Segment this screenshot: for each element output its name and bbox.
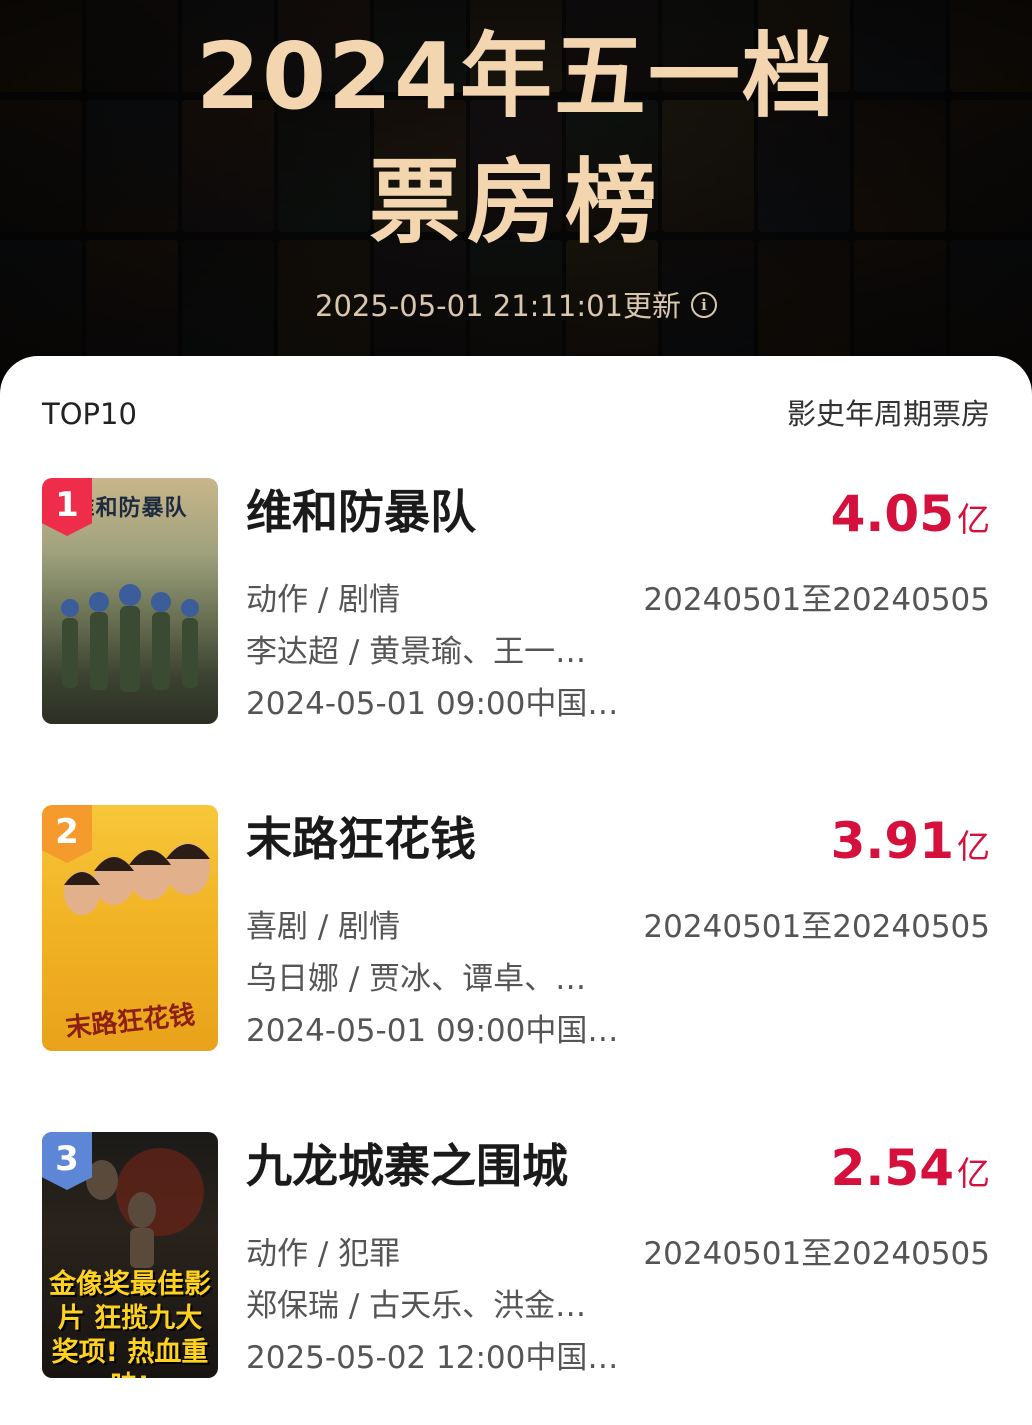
- box-office-type-label[interactable]: 影史年周期票房: [787, 392, 990, 436]
- box-office-unit: 亿: [957, 500, 990, 539]
- movie-title[interactable]: 末路狂花钱: [246, 809, 476, 869]
- box-office: 2.54亿: [831, 1138, 990, 1198]
- box-office-value: 2.54: [830, 1139, 954, 1197]
- box-office-period: 20240501至20240505: [643, 1236, 990, 1272]
- movie-poster[interactable]: 维和防暴队 1: [42, 478, 218, 724]
- poster-title-text: 金像奖最佳影片 狂揽九大奖项! 热血重映!: [49, 1269, 211, 1378]
- top10-label: TOP10: [42, 397, 137, 431]
- list-header: TOP10 影史年周期票房: [42, 392, 990, 436]
- movie-row-2[interactable]: 末路狂花钱 2 末路狂花钱 3.91亿 喜剧 / 剧情 20240501至202…: [42, 805, 990, 1055]
- page-title-line2: 票房榜: [368, 149, 663, 256]
- box-office-value: 3.91: [830, 812, 954, 870]
- movie-cast: 郑保瑞 / 古天乐、洪金…: [246, 1288, 587, 1324]
- page-title-line1: 2024年五一档: [195, 23, 837, 130]
- movie-release: 2025-05-02 12:00中国…: [246, 1340, 619, 1376]
- movie-poster[interactable]: 末路狂花钱 2: [42, 805, 218, 1051]
- info-icon[interactable]: i: [691, 292, 717, 318]
- box-office-period: 20240501至20240505: [643, 909, 990, 945]
- movie-title[interactable]: 九龙城寨之围城: [246, 1136, 568, 1196]
- box-office-period: 20240501至20240505: [643, 582, 990, 618]
- movie-release: 2024-05-01 09:00中国…: [246, 1013, 619, 1049]
- movie-poster[interactable]: 金像奖最佳影片 狂揽九大奖项! 热血重映! 3: [42, 1132, 218, 1378]
- movie-genre: 动作 / 剧情: [246, 582, 401, 618]
- movie-cast: 李达超 / 黄景瑜、王一…: [246, 634, 587, 670]
- movie-genre: 动作 / 犯罪: [246, 1236, 401, 1272]
- movie-row-1[interactable]: 维和防暴队 1 维和防暴队 4.05亿 动作 / 剧情 20240501至202…: [42, 478, 990, 728]
- box-office: 3.91亿: [831, 811, 990, 871]
- box-office-unit: 亿: [957, 827, 990, 866]
- update-time: 2025-05-01 21:11:01更新 i: [0, 284, 1032, 328]
- movie-title[interactable]: 维和防暴队: [246, 482, 476, 542]
- movie-row-3[interactable]: 金像奖最佳影片 狂揽九大奖项! 热血重映! 3 九龙城寨之围城 2.54亿 动作…: [42, 1132, 990, 1382]
- update-text: 2025-05-01 21:11:01更新: [315, 289, 681, 323]
- box-office-value: 4.05: [830, 485, 954, 543]
- box-office: 4.05亿: [831, 484, 990, 544]
- movie-cast: 乌日娜 / 贾冰、谭卓、…: [246, 961, 587, 997]
- movie-genre: 喜剧 / 剧情: [246, 909, 401, 945]
- movie-release: 2024-05-01 09:00中国…: [246, 686, 619, 722]
- box-office-unit: 亿: [957, 1154, 990, 1193]
- ranking-card: TOP10 影史年周期票房 维和防暴队 1 维和防暴队 4.05亿 动作 / 剧…: [0, 356, 1032, 1425]
